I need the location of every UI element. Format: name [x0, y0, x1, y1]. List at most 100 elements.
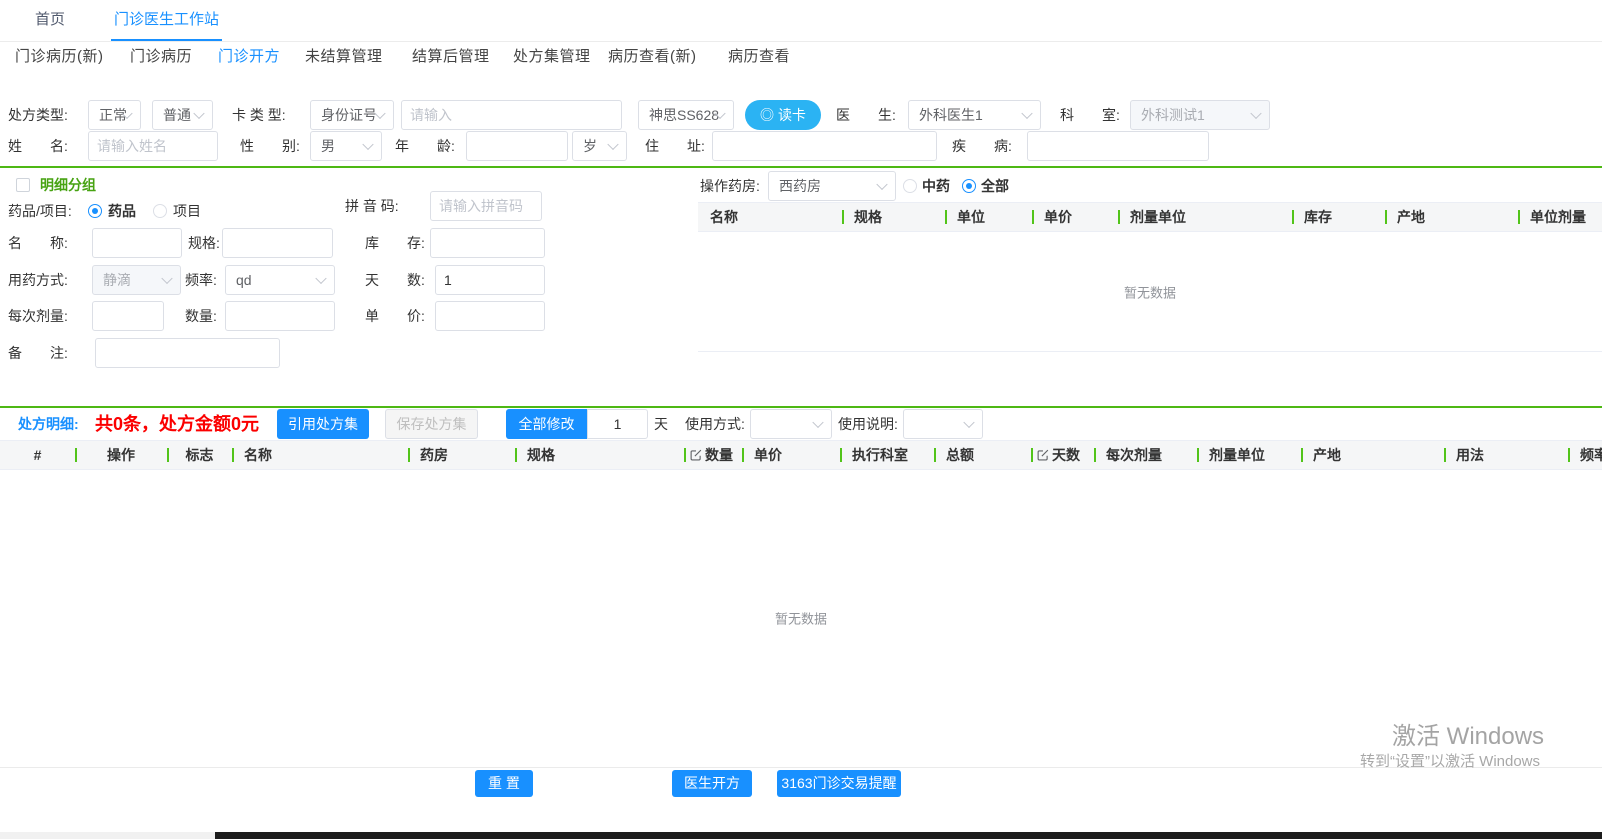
- drug-item-label: 药品/项目:: [8, 196, 72, 226]
- gender-label: 性 别:: [240, 131, 300, 161]
- chevron-down-icon: [161, 273, 172, 284]
- name-label: 姓 名:: [8, 131, 68, 161]
- radio-item[interactable]: [153, 204, 167, 218]
- subnav-prescribe[interactable]: 门诊开方: [218, 44, 280, 70]
- remark-label: 备 注:: [8, 338, 68, 368]
- use-desc-label: 使用说明:: [838, 409, 898, 439]
- stock-label: 库 存:: [365, 228, 425, 258]
- save-formulary-button[interactable]: 保存处方集: [385, 409, 478, 439]
- gender-select[interactable]: 男: [310, 131, 382, 161]
- chevron-down-icon: [362, 139, 373, 150]
- department-select[interactable]: 外科测试1: [1130, 100, 1270, 130]
- age-input[interactable]: [466, 131, 568, 161]
- read-card-button[interactable]: ◎ 读卡: [745, 100, 821, 130]
- horizontal-scrollbar[interactable]: [0, 832, 215, 839]
- prescription-empty-text: 暂无数据: [0, 609, 1602, 628]
- card-type-label: 卡 类 型:: [232, 100, 286, 130]
- days-input[interactable]: [435, 265, 545, 295]
- subnav-unsettled-management[interactable]: 未结算管理: [305, 44, 383, 70]
- spec-input[interactable]: [222, 228, 333, 258]
- subnav-record-view[interactable]: 病历查看: [728, 44, 790, 70]
- modify-all-button[interactable]: 全部修改: [506, 409, 587, 439]
- windows-activation-watermark-line1: 激活 Windows: [1392, 716, 1544, 751]
- modify-days-input[interactable]: [587, 409, 648, 439]
- chevron-down-icon: [193, 108, 204, 119]
- rx-col-flag: 标志: [167, 441, 232, 469]
- drug-name-input[interactable]: [92, 228, 182, 258]
- stock-col-unit-dose: 单位剂量: [1518, 203, 1602, 231]
- doctor-prescribe-button[interactable]: 医生开方: [672, 770, 752, 797]
- doctor-select[interactable]: 外科医生1: [908, 100, 1041, 130]
- radio-tcm-label[interactable]: 中药: [922, 171, 950, 201]
- prescription-type-select[interactable]: 正常: [88, 100, 141, 130]
- outpatient-workstation-screen: 首页 门诊医生工作站 门诊病历(新) 门诊病历 门诊开方 未结算管理 结算后管理…: [0, 0, 1602, 839]
- rx-col-price: 单价: [742, 441, 840, 469]
- age-unit-select[interactable]: 岁: [572, 131, 627, 161]
- transaction-notice-button[interactable]: 3163门诊交易提醒: [777, 770, 901, 797]
- doctor-label: 医 生:: [836, 100, 896, 130]
- pinyin-label: 拼 音 码:: [345, 191, 399, 221]
- stock-col-unit: 单位: [945, 203, 1032, 231]
- section-divider: [0, 406, 1602, 408]
- quantity-input[interactable]: [225, 301, 335, 331]
- days-unit-label: 天: [654, 409, 668, 439]
- radio-drug[interactable]: [88, 204, 102, 218]
- age-label: 年 龄:: [395, 131, 455, 161]
- subnav-record-view-new[interactable]: 病历查看(新): [608, 44, 697, 70]
- department-label: 科 室:: [1060, 100, 1120, 130]
- edit-icon: [1037, 442, 1049, 469]
- chevron-down-icon: [876, 179, 887, 190]
- rx-col-exec-dept: 执行科室: [840, 441, 934, 469]
- section-divider: [0, 166, 1602, 168]
- chevron-down-icon: [963, 417, 974, 428]
- usage-mode-label: 用药方式:: [8, 265, 68, 295]
- subnav-settled-management[interactable]: 结算后管理: [412, 44, 490, 70]
- reset-button[interactable]: 重 置: [475, 770, 533, 797]
- radio-item-label[interactable]: 项目: [173, 196, 201, 226]
- subnav-medical-record-new[interactable]: 门诊病历(新): [15, 44, 104, 70]
- stock-col-dose-unit: 剂量单位: [1118, 203, 1292, 231]
- disease-input[interactable]: [1027, 131, 1209, 161]
- cite-formulary-button[interactable]: 引用处方集: [277, 409, 369, 439]
- remark-input[interactable]: [95, 338, 280, 368]
- spec-label: 规格:: [188, 228, 220, 258]
- stock-empty-text: 暂无数据: [698, 282, 1602, 301]
- radio-tcm[interactable]: [903, 179, 917, 193]
- stock-input[interactable]: [430, 228, 545, 258]
- chevron-down-icon: [607, 139, 618, 150]
- prescription-table-header: # 操作 标志 名称 药房 规格 数量 单价 执行科室 总额 天数 每次剂量 剂…: [0, 440, 1602, 470]
- rx-col-dose-unit: 剂量单位: [1197, 441, 1301, 469]
- card-number-input[interactable]: [401, 100, 622, 130]
- subnav-formulary-management[interactable]: 处方集管理: [513, 44, 591, 70]
- card-device-select[interactable]: 神思SS628: [638, 100, 734, 130]
- chevron-down-icon: [315, 273, 326, 284]
- unit-price-input[interactable]: [435, 301, 545, 331]
- prescription-type-label: 处方类型:: [8, 100, 68, 130]
- rx-col-dose: 每次剂量: [1094, 441, 1197, 469]
- radio-all-label[interactable]: 全部: [981, 171, 1009, 201]
- use-desc-select[interactable]: [903, 409, 983, 439]
- pharmacy-select[interactable]: 西药房: [768, 171, 896, 201]
- prescription-detail-label: 处方明细:: [18, 409, 79, 439]
- tab-outpatient-workstation[interactable]: 门诊医生工作站: [111, 0, 222, 41]
- pinyin-input[interactable]: [430, 191, 542, 221]
- edit-icon: [690, 442, 702, 469]
- address-input[interactable]: [712, 131, 937, 161]
- subnav-medical-record[interactable]: 门诊病历: [130, 44, 192, 70]
- rx-col-spec: 规格: [515, 441, 684, 469]
- stock-col-name: 名称: [698, 203, 842, 231]
- tab-home[interactable]: 首页: [35, 0, 65, 39]
- use-mode-select[interactable]: [750, 409, 832, 439]
- prescription-subtype-select[interactable]: 普通: [152, 100, 213, 130]
- dose-input[interactable]: [92, 301, 164, 331]
- patient-name-input[interactable]: [88, 131, 218, 161]
- rx-col-pharmacy: 药房: [408, 441, 515, 469]
- frequency-select[interactable]: qd: [225, 265, 335, 295]
- chevron-down-icon: [812, 417, 823, 428]
- card-type-select[interactable]: 身份证号: [310, 100, 394, 130]
- usage-mode-select[interactable]: 静滴: [92, 265, 181, 295]
- dose-label: 每次剂量:: [8, 301, 68, 331]
- radio-drug-label[interactable]: 药品: [108, 196, 136, 226]
- radio-all[interactable]: [962, 179, 976, 193]
- detail-group-checkbox[interactable]: [16, 178, 30, 192]
